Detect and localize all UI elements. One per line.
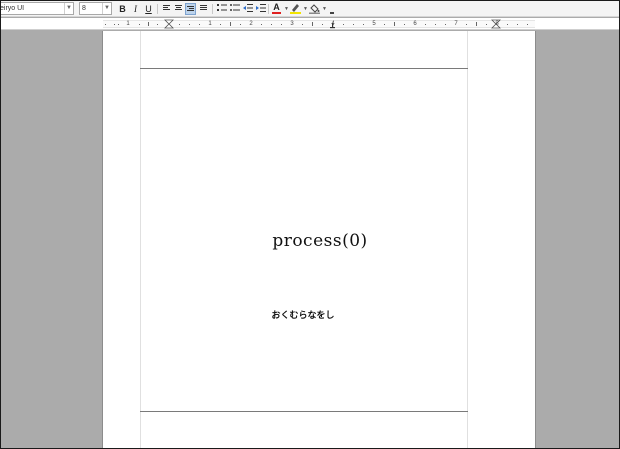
font-color-swatch	[272, 12, 281, 14]
justify-button[interactable]	[198, 3, 209, 15]
align-right-button[interactable]	[185, 3, 196, 15]
header-border-line	[140, 68, 468, 69]
ruler-number: 8	[495, 21, 499, 27]
font-color-icon: A	[273, 2, 280, 12]
chevron-down-icon[interactable]: ▼	[322, 3, 327, 15]
left-indent-marker[interactable]	[164, 19, 174, 29]
chevron-down-icon[interactable]: ▼	[64, 3, 73, 14]
ruler-number: 4	[331, 21, 335, 27]
align-left-button[interactable]	[161, 3, 172, 15]
align-left-icon	[163, 5, 170, 12]
font-size-value: 8	[82, 5, 86, 12]
font-name-combo[interactable]: eiryo UI ▼	[0, 2, 74, 15]
chevron-down-icon[interactable]: ▼	[284, 3, 289, 15]
align-center-button[interactable]	[173, 3, 184, 15]
document-page[interactable]: process(0) おくむらなをし	[102, 31, 537, 448]
align-center-icon	[175, 5, 182, 12]
toolbar-separator	[212, 4, 213, 14]
bullet-list-icon	[229, 4, 240, 11]
document-author[interactable]: おくむらなをし	[103, 308, 503, 321]
font-size-combo[interactable]: 8 ▼	[79, 2, 112, 15]
ruler-number: 5	[372, 21, 376, 27]
bold-button[interactable]: B	[117, 3, 128, 15]
background-color-button[interactable]	[309, 3, 320, 15]
chevron-down-icon[interactable]: ▼	[303, 3, 308, 15]
decrease-indent-icon	[242, 4, 253, 12]
align-right-icon	[187, 6, 194, 13]
justify-icon	[200, 5, 207, 12]
highlighter-icon	[290, 4, 301, 14]
numbered-list-button[interactable]	[216, 3, 227, 15]
decrease-indent-button[interactable]	[242, 3, 253, 15]
numbered-list-icon	[216, 4, 227, 11]
increase-indent-button[interactable]	[255, 3, 266, 15]
ruler-number: 3	[290, 21, 294, 27]
footer-border-line	[140, 411, 468, 412]
highlight-color-button[interactable]	[290, 3, 301, 15]
font-color-button[interactable]: A	[271, 3, 282, 15]
document-title[interactable]: process(0)	[103, 231, 537, 251]
italic-button[interactable]: I	[130, 3, 141, 15]
horizontal-ruler[interactable]: 1 1 2 3 4 5 6 7 8	[1, 18, 619, 30]
increase-indent-icon	[255, 4, 266, 12]
document-workspace[interactable]: process(0) おくむらなをし	[1, 31, 619, 448]
toolbar-overflow-button[interactable]	[328, 3, 336, 15]
overflow-icon	[330, 12, 334, 14]
bullet-list-button[interactable]	[229, 3, 240, 15]
underline-button[interactable]: U	[143, 3, 154, 15]
ruler-number: 2	[249, 21, 253, 27]
app-window: eiryo UI ▼ 8 ▼ B I U A ▼ ▼ ▼ 1 1 2 3 4 5…	[0, 0, 620, 449]
ruler-number: 6	[413, 21, 417, 27]
paint-bucket-icon	[309, 4, 320, 14]
toolbar-separator	[157, 4, 158, 14]
chevron-down-icon[interactable]: ▼	[102, 3, 111, 14]
ruler-number: 1	[126, 21, 130, 27]
formatting-toolbar: eiryo UI ▼ 8 ▼ B I U A ▼ ▼ ▼	[1, 1, 619, 17]
toolbar-separator	[268, 4, 269, 14]
ruler-number: 1	[208, 21, 212, 27]
ruler-ticks	[105, 19, 528, 29]
font-name-value: eiryo UI	[0, 5, 25, 12]
ruler-number: 7	[454, 21, 458, 27]
